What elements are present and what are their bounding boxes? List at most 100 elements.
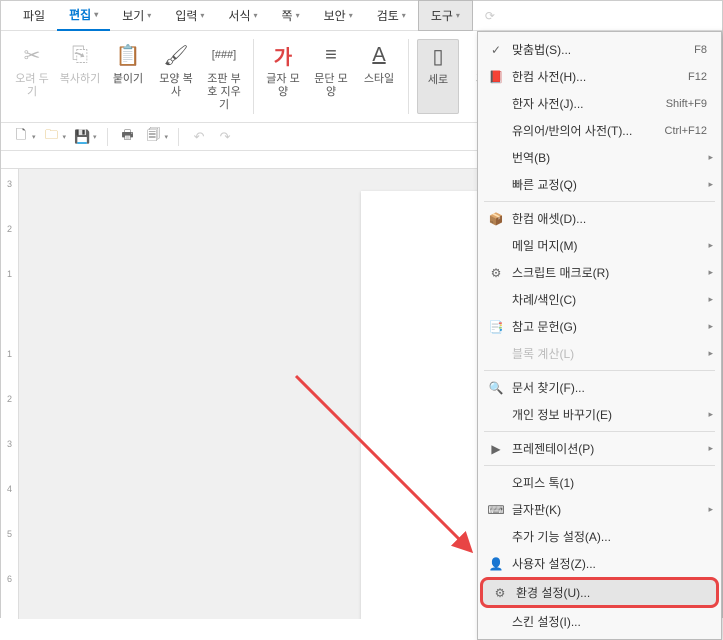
dropdown-item-22[interactable]: 👤사용자 설정(Z)... bbox=[478, 550, 721, 577]
dict-icon: 📕 bbox=[486, 69, 506, 85]
blank-icon bbox=[486, 475, 506, 491]
gear-icon: ⚙ bbox=[490, 585, 510, 601]
menu-input[interactable]: 입력▾ bbox=[163, 1, 216, 30]
vertical-ruler[interactable]: 3 2 1 1 2 3 4 5 6 7 bbox=[1, 169, 19, 619]
dropdown-item-label: 차례/색인(C) bbox=[512, 291, 708, 308]
menu-view[interactable]: 보기▾ bbox=[110, 1, 163, 30]
dropdown-item-label: 빠른 교정(Q) bbox=[512, 176, 708, 193]
dropdown-item-21[interactable]: 추가 기능 설정(A)... bbox=[478, 523, 721, 550]
blank-icon bbox=[486, 150, 506, 166]
dropdown-item-7[interactable]: 📦 한컴 애셋(D)... bbox=[478, 205, 721, 232]
cut-button[interactable]: ✂ 오려 두기 bbox=[11, 39, 53, 114]
new-doc-button[interactable]: 🗋▾ bbox=[11, 127, 36, 147]
menu-file[interactable]: 파일 bbox=[11, 1, 57, 30]
dropdown-item-label: 스킨 설정(I)... bbox=[512, 613, 713, 630]
dropdown-item-label: 스크립트 매크로(R) bbox=[512, 264, 708, 281]
menu-review[interactable]: 검토▾ bbox=[365, 1, 418, 30]
dropdown-item-label: 환경 설정(U)... bbox=[516, 584, 709, 601]
para-shape-button[interactable]: ≡ 문단 모양 bbox=[310, 39, 352, 114]
style-button[interactable]: A 스타일 bbox=[358, 39, 400, 114]
dropdown-item-2[interactable]: 한자 사전(J)...Shift+F9 bbox=[478, 90, 721, 117]
dropdown-item-10[interactable]: 차례/색인(C)▸ bbox=[478, 286, 721, 313]
dropdown-item-label: 유의어/반의어 사전(T)... bbox=[512, 122, 665, 139]
blank-icon bbox=[486, 96, 506, 112]
shape-copy-button[interactable]: 🖌 모양 복사 bbox=[155, 39, 197, 114]
dropdown-item-label: 한컴 애셋(D)... bbox=[512, 210, 713, 227]
undo-button[interactable]: ↶ bbox=[189, 127, 209, 147]
dropdown-item-19[interactable]: 오피스 톡(1) bbox=[478, 469, 721, 496]
scissors-icon: ✂ bbox=[18, 41, 46, 69]
blank-icon bbox=[486, 614, 506, 630]
save-icon: 💾 bbox=[72, 127, 92, 147]
erase-button[interactable]: [###] 조판 부호 지우기 bbox=[203, 39, 245, 114]
open-button[interactable]: 🗀▾ bbox=[42, 127, 67, 147]
tools-dropdown: ✓맞춤법(S)...F8📕한컴 사전(H)...F12한자 사전(J)...Sh… bbox=[477, 31, 722, 640]
dropdown-item-4[interactable]: 번역(B)▸ bbox=[478, 144, 721, 171]
chevron-right-icon: ▸ bbox=[708, 348, 713, 359]
dropdown-item-label: 개인 정보 바꾸기(E) bbox=[512, 406, 708, 423]
paste-button[interactable]: 📋 붙이기 bbox=[107, 39, 149, 114]
chevron-right-icon: ▸ bbox=[708, 294, 713, 305]
ref-icon: 📑 bbox=[486, 319, 506, 335]
chevron-right-icon: ▸ bbox=[708, 504, 713, 515]
dropdown-item-1[interactable]: 📕한컴 사전(H)...F12 bbox=[478, 63, 721, 90]
dropdown-item-label: 한자 사전(J)... bbox=[512, 95, 666, 112]
vertical-page-icon: ▯ bbox=[424, 42, 452, 70]
dropdown-item-23[interactable]: ⚙ 환경 설정(U)... bbox=[482, 579, 717, 606]
char-shape-button[interactable]: 가 글자 모양 bbox=[262, 39, 304, 114]
vertical-button[interactable]: ▯ 세로 bbox=[417, 39, 459, 114]
chevron-right-icon: ▸ bbox=[708, 267, 713, 278]
asset-icon: 📦 bbox=[486, 211, 506, 227]
dropdown-item-label: 맞춤법(S)... bbox=[512, 41, 694, 58]
dropdown-item-14[interactable]: 🔍문서 찾기(F)... bbox=[478, 374, 721, 401]
menu-page[interactable]: 쪽▾ bbox=[270, 1, 312, 30]
chevron-right-icon: ▸ bbox=[708, 152, 713, 163]
paste-icon: 📋 bbox=[114, 41, 142, 69]
blank-icon bbox=[486, 177, 506, 193]
menu-security[interactable]: 보안▾ bbox=[312, 1, 365, 30]
dropdown-item-label: 프레젠테이션(P) bbox=[512, 440, 708, 457]
chevron-down-icon: ▾ bbox=[94, 10, 98, 19]
dropdown-item-12: 블록 계산(L)▸ bbox=[478, 340, 721, 367]
keyboard-icon: ⌨ bbox=[486, 502, 506, 518]
dropdown-item-label: 참고 문헌(G) bbox=[512, 318, 708, 335]
menu-format[interactable]: 서식▾ bbox=[216, 1, 269, 30]
print-button[interactable]: 🖶 bbox=[118, 127, 138, 147]
find-icon: 🔍 bbox=[486, 380, 506, 396]
present-icon: ▶ bbox=[486, 441, 506, 457]
dropdown-item-label: 메일 머지(M) bbox=[512, 237, 708, 254]
chevron-right-icon: ▸ bbox=[708, 409, 713, 420]
dropdown-item-11[interactable]: 📑참고 문헌(G)▸ bbox=[478, 313, 721, 340]
menubar: 파일 편집▾ 보기▾ 입력▾ 서식▾ 쪽▾ 보안▾ 검토▾ 도구▾ ⟳ bbox=[1, 1, 722, 31]
print-preview-button[interactable]: 🗐▾ bbox=[144, 127, 169, 147]
dropdown-item-0[interactable]: ✓맞춤법(S)...F8 bbox=[478, 36, 721, 63]
menu-tools[interactable]: 도구▾ bbox=[418, 0, 473, 31]
chevron-right-icon: ▸ bbox=[708, 240, 713, 251]
paragraph-icon: ≡ bbox=[317, 41, 345, 69]
dropdown-item-label: 번역(B) bbox=[512, 149, 708, 166]
redo-button[interactable]: ↷ bbox=[215, 127, 235, 147]
dropdown-item-24[interactable]: 스킨 설정(I)... bbox=[478, 608, 721, 635]
dropdown-item-label: 추가 기능 설정(A)... bbox=[512, 528, 713, 545]
dropdown-item-label: 한컴 사전(H)... bbox=[512, 68, 688, 85]
menu-edit[interactable]: 편집▾ bbox=[57, 0, 110, 31]
dropdown-item-label: 블록 계산(L) bbox=[512, 345, 708, 362]
spell-icon: ✓ bbox=[486, 42, 506, 58]
copy-button[interactable]: ⎘ 복사하기 bbox=[59, 39, 101, 114]
hash-icon: [###] bbox=[210, 41, 238, 69]
dropdown-item-17[interactable]: ▶프레젠테이션(P)▸ bbox=[478, 435, 721, 462]
dropdown-item-15[interactable]: 개인 정보 바꾸기(E)▸ bbox=[478, 401, 721, 428]
dropdown-item-label: 오피스 톡(1) bbox=[512, 474, 713, 491]
blank-icon bbox=[486, 238, 506, 254]
dropdown-item-20[interactable]: ⌨글자판(K)▸ bbox=[478, 496, 721, 523]
save-button[interactable]: 💾▾ bbox=[72, 127, 97, 147]
script-icon: ⚙ bbox=[486, 265, 506, 281]
dropdown-item-3[interactable]: 유의어/반의어 사전(T)...Ctrl+F12 bbox=[478, 117, 721, 144]
dropdown-item-5[interactable]: 빠른 교정(Q)▸ bbox=[478, 171, 721, 198]
menu-sync-icon[interactable]: ⟳ bbox=[473, 3, 507, 29]
dropdown-item-label: 사용자 설정(Z)... bbox=[512, 555, 713, 572]
dropdown-item-8[interactable]: 메일 머지(M)▸ bbox=[478, 232, 721, 259]
style-icon: A bbox=[365, 41, 393, 69]
eyedropper-icon: 🖌 bbox=[162, 41, 190, 69]
dropdown-item-9[interactable]: ⚙ 스크립트 매크로(R)▸ bbox=[478, 259, 721, 286]
